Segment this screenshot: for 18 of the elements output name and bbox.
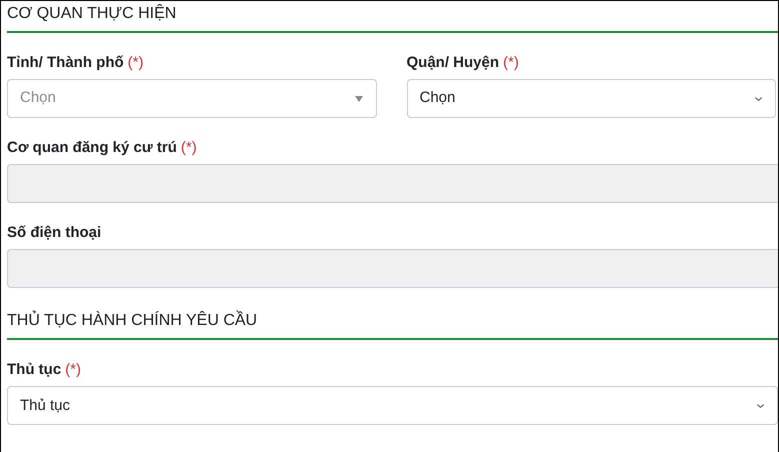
required-mark: (*) — [180, 138, 197, 158]
field-label: Số điện thoại — [7, 223, 102, 244]
section-title: CƠ QUAN THỰC HIỆN — [6, 3, 178, 24]
field-label: Cơ quan đăng ký cư trú — [7, 138, 177, 158]
field-label: Thủ tục — [7, 360, 62, 380]
input-field[interactable] — [7, 249, 778, 288]
section-title: THỦ TỤC HÀNH CHÍNH YÊU CẦU — [6, 310, 258, 332]
input-field[interactable] — [7, 164, 778, 204]
caret-icon — [756, 402, 765, 409]
caret-icon — [754, 96, 763, 102]
select-field[interactable]: Chọn — [406, 79, 776, 118]
caret-icon — [354, 96, 364, 102]
select-field[interactable]: Thủ tục — [7, 386, 778, 426]
required-mark: (*) — [128, 53, 144, 74]
field-label: Tỉnh/ Thành phố — [7, 53, 124, 74]
required-mark: (*) — [503, 53, 519, 74]
required-mark: (*) — [65, 360, 81, 380]
field-label: Quận/ Huyện — [406, 53, 500, 74]
